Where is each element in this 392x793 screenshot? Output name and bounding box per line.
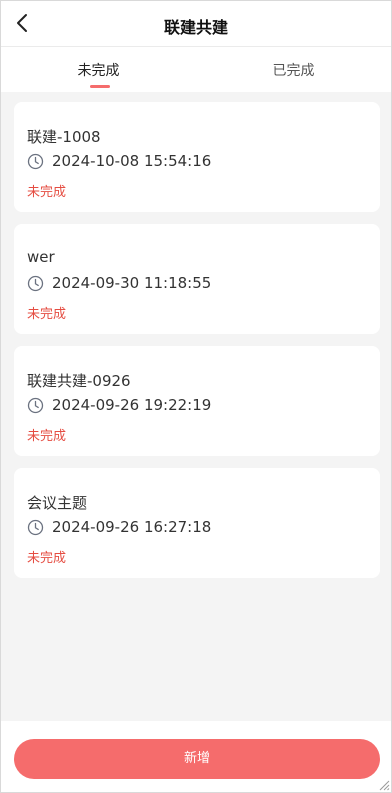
add-button[interactable]: 新增 xyxy=(14,739,380,779)
clock-icon xyxy=(27,519,44,536)
record-list: 联建-1008 2024-10-08 15:54:16 未完成 wer 2024… xyxy=(14,102,380,590)
resize-grip-icon[interactable] xyxy=(378,779,390,791)
clock-icon xyxy=(27,153,44,170)
page-title: 联建共建 xyxy=(163,18,228,37)
top-nav-bar: 联建共建 xyxy=(1,1,391,47)
clock-icon xyxy=(27,275,44,292)
status-label: 未完成 xyxy=(27,185,67,200)
list-item[interactable]: wer 2024-09-30 11:18:55 未完成 xyxy=(14,224,380,334)
status-label: 未完成 xyxy=(27,429,67,444)
list-item[interactable]: 会议主题 2024-09-26 16:27:18 未完成 xyxy=(14,468,380,578)
item-time: 2024-09-30 11:18:55 xyxy=(52,274,212,292)
item-title: 联建共建-0926 xyxy=(27,372,131,390)
bottom-action-bar: 新增 xyxy=(1,721,391,792)
item-time: 2024-09-26 16:27:18 xyxy=(52,518,212,536)
status-label: 未完成 xyxy=(27,551,67,566)
item-title: wer xyxy=(27,248,55,266)
list-item[interactable]: 联建-1008 2024-10-08 15:54:16 未完成 xyxy=(14,102,380,212)
active-tab-indicator xyxy=(90,85,110,88)
item-time: 2024-09-26 19:22:19 xyxy=(52,396,212,414)
item-title: 会议主题 xyxy=(27,494,88,512)
clock-icon xyxy=(27,397,44,414)
status-tabs: 未完成 已完成 xyxy=(1,47,391,92)
app-frame: 联建共建 未完成 已完成 联建-1008 2024-10-08 15:54:16… xyxy=(0,0,392,793)
item-time: 2024-10-08 15:54:16 xyxy=(52,152,212,170)
item-title: 联建-1008 xyxy=(27,128,101,146)
status-label: 未完成 xyxy=(27,307,67,322)
tab-completed[interactable]: 已完成 xyxy=(196,47,391,92)
list-item[interactable]: 联建共建-0926 2024-09-26 19:22:19 未完成 xyxy=(14,346,380,456)
